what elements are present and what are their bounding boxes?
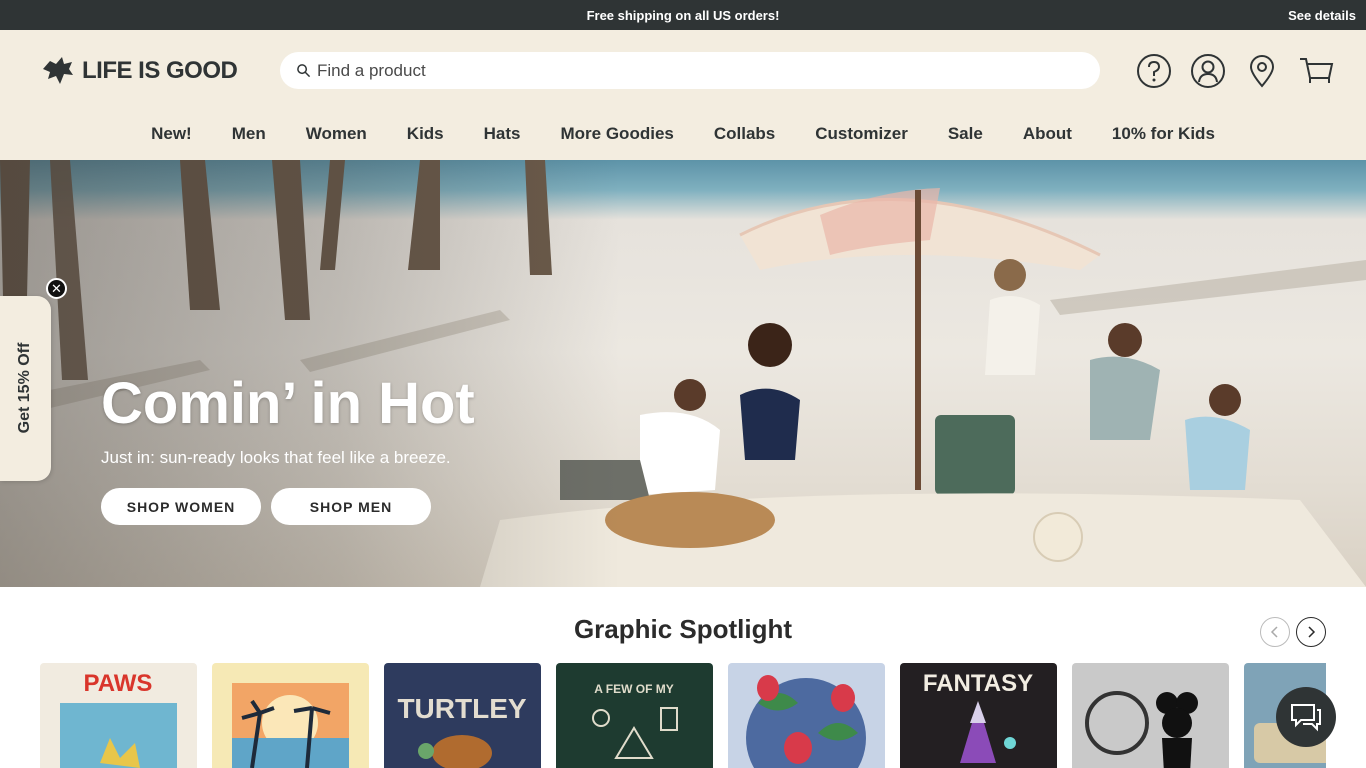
nav-item-women[interactable]: Women	[306, 124, 367, 144]
cart-icon	[1300, 58, 1334, 83]
nav-item-customizer[interactable]: Customizer	[815, 124, 908, 144]
svg-text:A FEW OF MY: A FEW OF MY	[594, 682, 674, 696]
site-header: LIFE IS GOOD Find a product New! Men Wom…	[0, 30, 1366, 160]
graphic-card-turtley[interactable]: TURTLEY	[384, 663, 541, 768]
search-input[interactable]	[317, 60, 1077, 81]
location-pin-icon	[1249, 55, 1275, 88]
nav-item-men[interactable]: Men	[232, 124, 266, 144]
account-button[interactable]	[1189, 52, 1227, 90]
nav-item-sale[interactable]: Sale	[948, 124, 983, 144]
section-title-graphic-spotlight: Graphic Spotlight	[573, 614, 793, 644]
shop-men-button[interactable]: SHOP MEN	[271, 488, 431, 525]
chevron-right-icon	[1308, 626, 1316, 638]
chevron-left-icon	[1270, 626, 1278, 638]
account-icon	[1191, 54, 1225, 88]
close-discount-tab-button[interactable]: ✕	[46, 278, 67, 299]
graphic-card-steamboat-willie[interactable]	[1072, 663, 1229, 768]
svg-text:TURTLEY: TURTLEY	[397, 693, 526, 724]
header-icons	[1135, 52, 1335, 90]
discount-side-tab[interactable]: Get 15% Off	[0, 296, 51, 481]
carousel-next-button[interactable]	[1296, 617, 1326, 647]
cart-button[interactable]	[1297, 52, 1335, 90]
jake-dog-logo-icon	[43, 57, 73, 84]
svg-text:PAWS: PAWS	[84, 670, 153, 697]
carousel-prev-button[interactable]	[1260, 617, 1290, 647]
search-icon	[297, 64, 311, 78]
search-bar[interactable]	[280, 52, 1100, 89]
discount-tab-label: Get 15% Off	[16, 342, 33, 434]
see-details-link[interactable]: See details	[1288, 8, 1356, 23]
live-chat-button[interactable]	[1276, 687, 1336, 747]
hero-subtitle: Just in: sun-ready looks that feel like …	[101, 448, 451, 467]
nav-item-new[interactable]: New!	[151, 124, 192, 144]
announcement-message: Free shipping on all US orders!	[586, 8, 780, 23]
graphic-card-strawberries[interactable]	[728, 663, 885, 768]
shop-women-button[interactable]: SHOP WOMEN	[101, 488, 261, 525]
graphic-carousel: PAWS TURTLEY A FEW OF MY FANTASY	[40, 663, 1326, 768]
svg-text:FANTASY: FANTASY	[923, 670, 1033, 697]
graphic-card-fantasy[interactable]: FANTASY	[900, 663, 1057, 768]
graphic-card-a-few-of-my[interactable]: A FEW OF MY	[556, 663, 713, 768]
nav-item-hats[interactable]: Hats	[484, 124, 521, 144]
chat-bubble-icon	[1291, 704, 1321, 732]
help-icon	[1137, 54, 1171, 88]
main-nav: New! Men Women Kids Hats More Goodies Co…	[0, 124, 1366, 144]
nav-item-about[interactable]: About	[1023, 124, 1072, 144]
nav-item-10-for-kids[interactable]: 10% for Kids	[1112, 124, 1215, 144]
nav-item-kids[interactable]: Kids	[407, 124, 444, 144]
store-locator-button[interactable]	[1243, 52, 1281, 90]
graphic-card-paws[interactable]: PAWS	[40, 663, 197, 768]
hero-title: Comin’ in Hot	[101, 371, 475, 436]
graphic-card-sunset-palms[interactable]	[212, 663, 369, 768]
nav-item-more-goodies[interactable]: More Goodies	[561, 124, 674, 144]
announcement-bar: Free shipping on all US orders! See deta…	[0, 0, 1366, 30]
logo[interactable]: LIFE IS GOOD	[40, 55, 238, 87]
help-button[interactable]	[1135, 52, 1173, 90]
nav-item-collabs[interactable]: Collabs	[714, 124, 775, 144]
hero-banner[interactable]: Comin’ in Hot Just in: sun-ready looks t…	[0, 160, 1366, 587]
logo-text: LIFE IS GOOD	[82, 57, 238, 84]
